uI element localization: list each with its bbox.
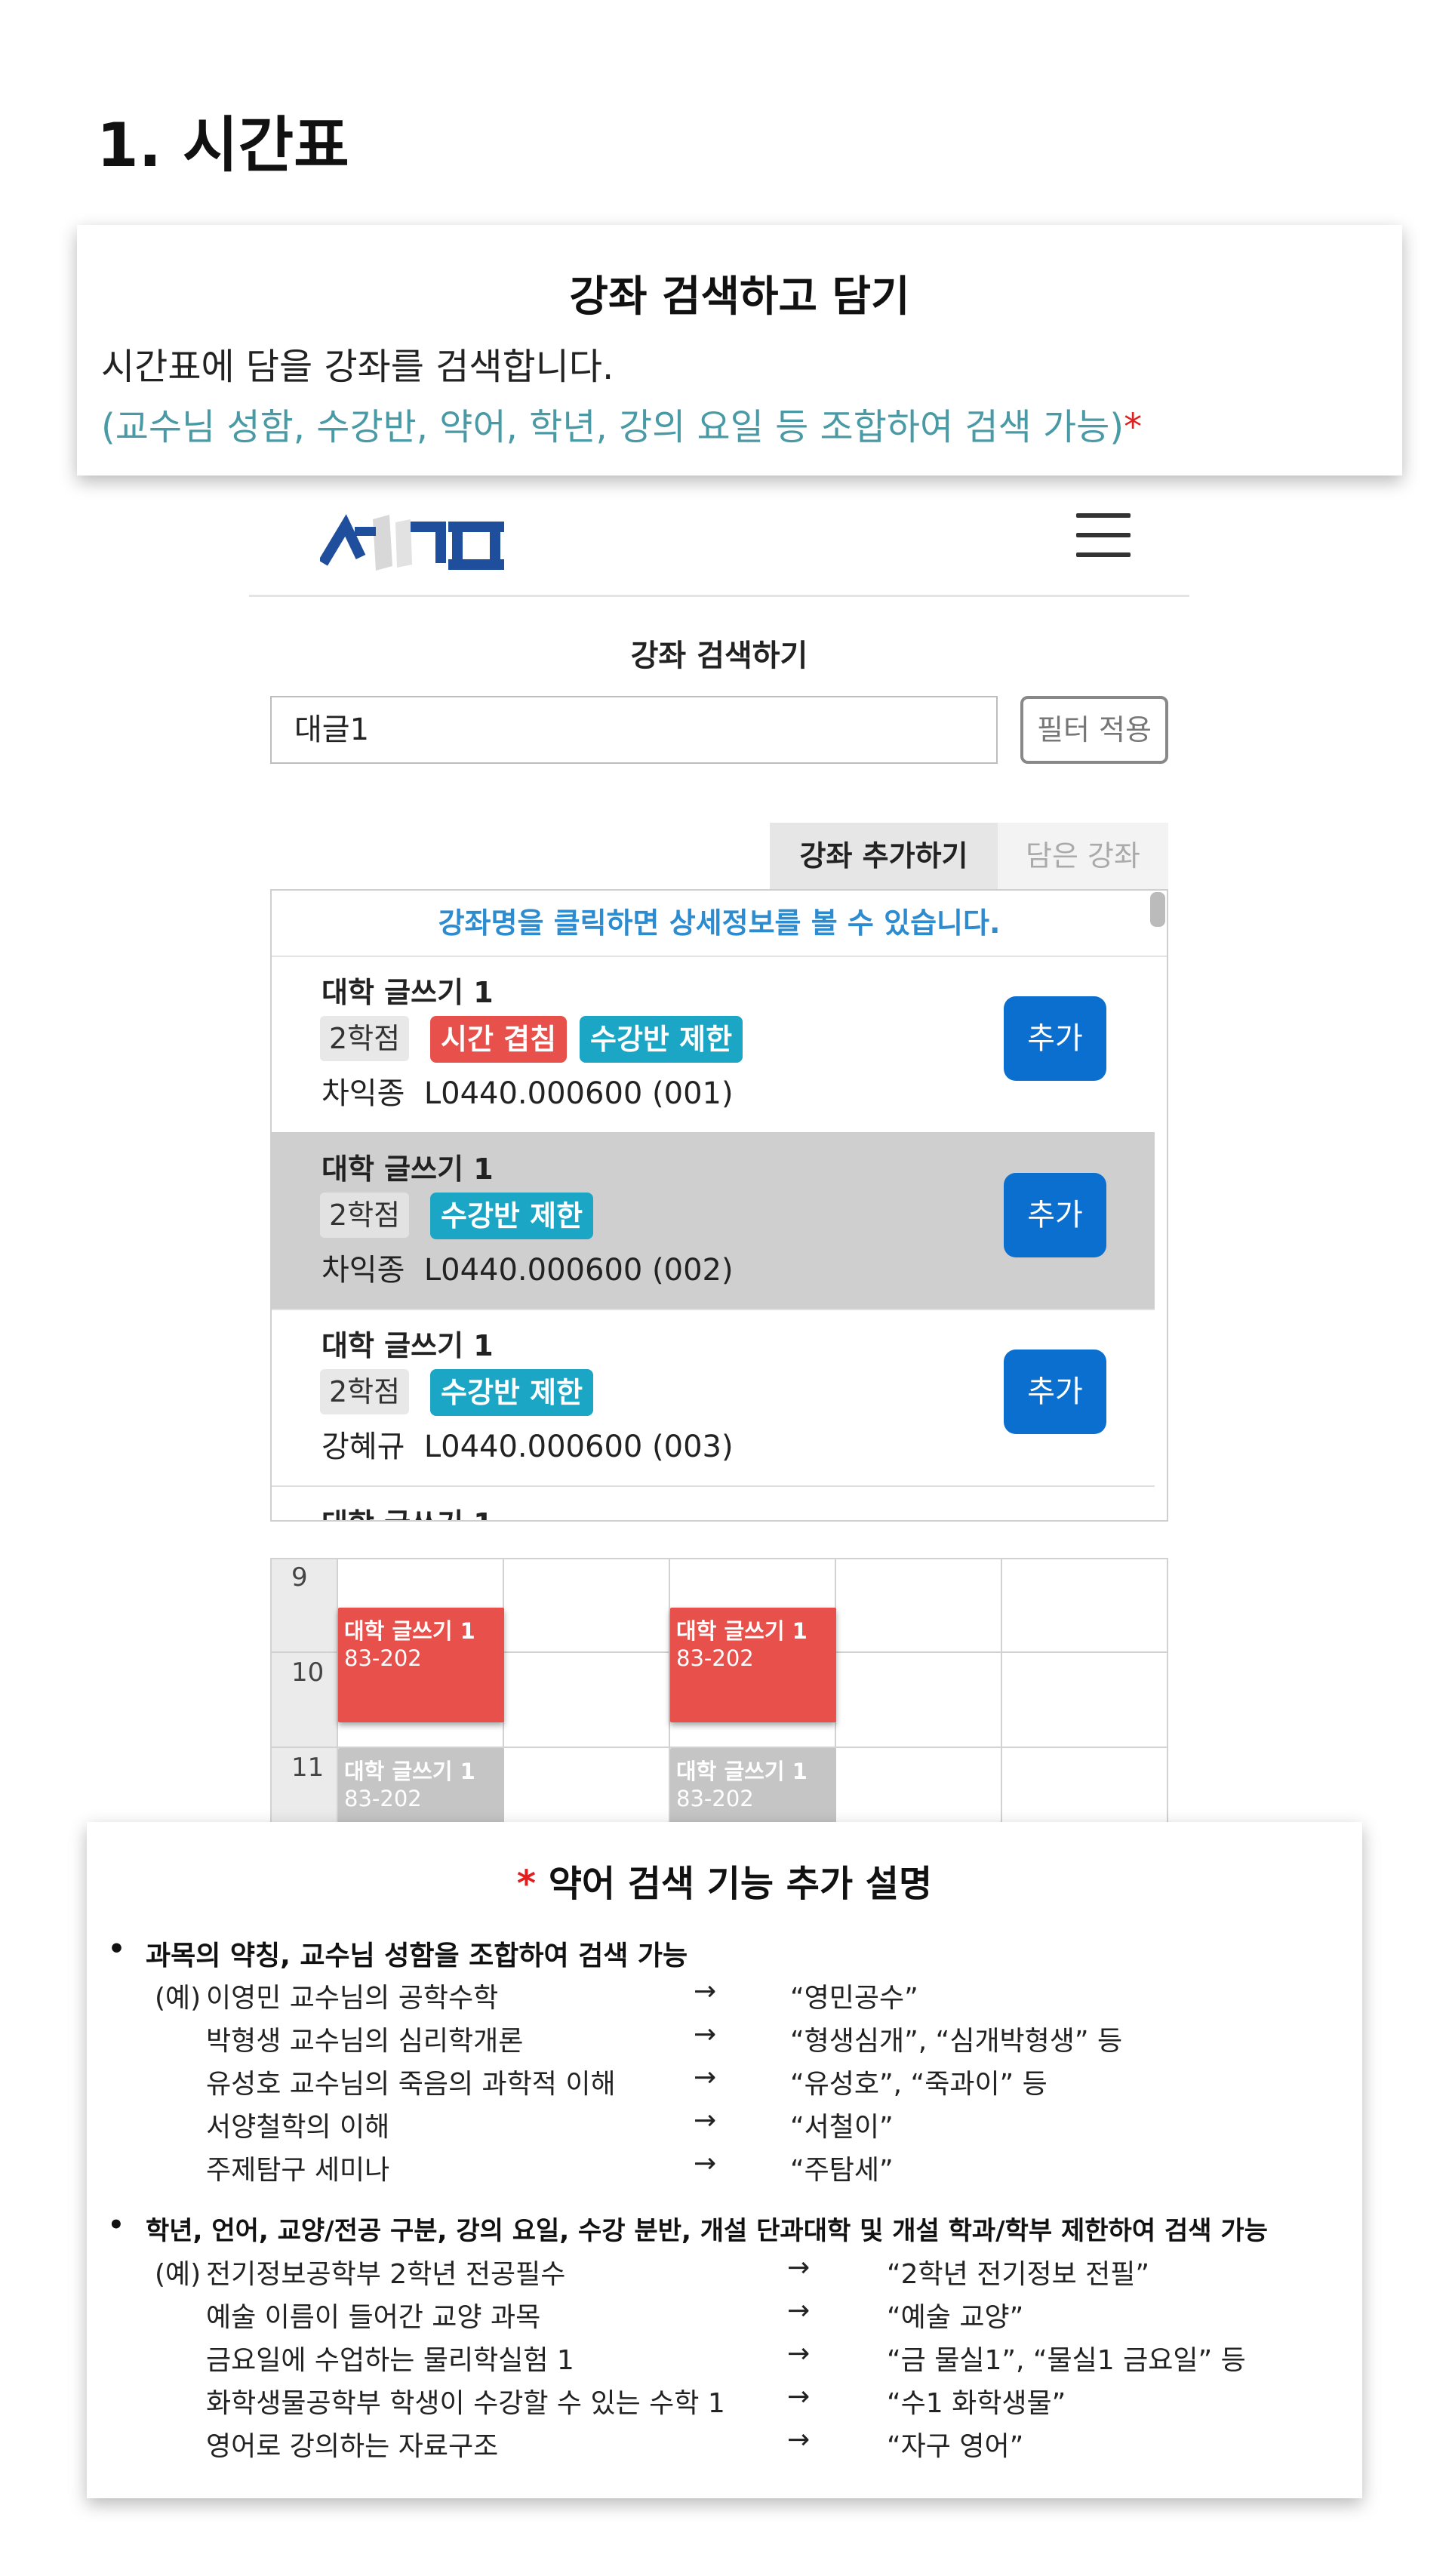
abbreviation-card-title: * 약어 검색 기능 추가 설명 (87, 1854, 1362, 1907)
arrow-icon: → (694, 2105, 717, 2136)
professor-name: 차익종 (321, 1076, 405, 1111)
abbreviation-card: * 약어 검색 기능 추가 설명 • 과목의 약칭, 교수님 성함을 조합하여 검… (87, 1822, 1362, 2498)
timetable-block[interactable]: 대학 글쓰기 1 83-202 (670, 1608, 836, 1722)
arrow-icon: → (787, 2295, 811, 2326)
bullet-dot: • (108, 1934, 126, 1965)
course-name[interactable]: 대학 글쓰기 1 (321, 969, 494, 1011)
header-divider (249, 595, 1189, 597)
arrow-icon: → (787, 2381, 811, 2412)
example-text: 화학생물공학부 학생이 수강할 수 있는 수학 1 (206, 2388, 725, 2419)
search-input[interactable]: 대글1 (270, 696, 998, 764)
section-heading: • 과목의 약칭, 교수님 성함을 조합하여 검색 가능 (108, 1934, 688, 1973)
class-restriction-badge: 수강반 제한 (430, 1369, 594, 1416)
search-label: 강좌 검색하기 (630, 639, 808, 673)
time-conflict-badge: 시간 겹침 (430, 1016, 568, 1063)
bullet-dot: • (108, 2210, 125, 2240)
example-text: 영어로 강의하는 자료구조 (206, 2431, 499, 2462)
timetable-block[interactable]: 대학 글쓰기 1 83-202 (338, 1608, 504, 1722)
add-course-button[interactable]: 추가 (1004, 996, 1106, 1081)
arrow-icon: → (787, 2424, 811, 2455)
arrow-icon: → (787, 2338, 811, 2369)
credits-badge: 2학점 (320, 1016, 410, 1061)
course-professor-code: 차익종 L0440.000600 (002) (321, 1245, 734, 1289)
course-row[interactable]: 대학 글쓰기 1 2학점 수강반 제한 차익종 L0440.000600 (00… (272, 1132, 1155, 1310)
example-text: 예술 이름이 들어간 교양 과목 (206, 2302, 541, 2333)
example-result: “영민공수” (790, 1983, 918, 2014)
required-star: * (1124, 406, 1143, 448)
section-heading: • 학년, 언어, 교양/전공 구분, 강의 요일, 수강 분반, 개설 단과대학… (108, 2210, 1268, 2247)
course-list[interactable]: 강좌명을 클릭하면 상세정보를 볼 수 있습니다. 대학 글쓰기 1 2학점 시… (270, 889, 1168, 1522)
app-logo[interactable] (318, 513, 509, 575)
course-professor-code: 차익종 L0440.000600 (001) (321, 1069, 734, 1113)
intro-card: 강좌 검색하고 담기 시간표에 담을 강좌를 검색합니다. (교수님 성함, 수… (77, 225, 1402, 475)
arrow-icon: → (694, 2148, 717, 2179)
course-code: L0440.000600 (002) (423, 1253, 734, 1288)
course-row[interactable]: 대학 글쓰기 1 2학점 수강반 제한 강혜규 L0440.000600 (00… (272, 1309, 1155, 1487)
example-result: “형생심개”, “심개박형생” 등 (790, 2026, 1123, 2057)
example-text: 이영민 교수님의 공학수학 (206, 1983, 499, 2014)
block-course-name: 대학 글쓰기 1 (344, 1618, 475, 1644)
section-heading-text: 학년, 언어, 교양/전공 구분, 강의 요일, 수강 분반, 개설 단과대학 … (146, 2216, 1268, 2246)
credits-badge: 2학점 (320, 1369, 410, 1414)
arrow-icon: → (787, 2252, 811, 2283)
example-result: “수1 화학생물” (887, 2388, 1066, 2419)
intro-card-description: 시간표에 담을 강좌를 검색합니다. (101, 346, 614, 388)
professor-name: 강혜규 (321, 1430, 405, 1464)
example-text: 박형생 교수님의 심리학개론 (206, 2026, 524, 2057)
example-result: “금 물실1”, “물실1 금요일” 등 (887, 2345, 1246, 2376)
section-title: 1. 시간표 (97, 110, 349, 180)
arrow-icon: → (694, 2019, 717, 2050)
intro-card-title: 강좌 검색하고 담기 (569, 272, 910, 322)
tab-add-course[interactable]: 강좌 추가하기 (770, 823, 998, 889)
block-room: 83-202 (676, 1786, 754, 1811)
example-result: “2학년 전기정보 전필” (887, 2259, 1150, 2290)
block-course-name: 대학 글쓰기 1 (344, 1759, 475, 1784)
arrow-icon: → (694, 2062, 717, 2093)
example-prefix: (예) (155, 2259, 202, 2290)
example-result: “예술 교양” (887, 2302, 1024, 2333)
add-course-button[interactable]: 추가 (1004, 1173, 1106, 1257)
course-code: L0440.000600 (003) (423, 1430, 734, 1464)
abbreviation-card-title-text: 약어 검색 기능 추가 설명 (548, 1863, 933, 1905)
intro-card-note: (교수님 성함, 수강반, 약어, 학년, 강의 요일 등 조합하여 검색 가능… (101, 397, 1142, 450)
intro-card-note-text: (교수님 성함, 수강반, 약어, 학년, 강의 요일 등 조합하여 검색 가능… (101, 406, 1124, 448)
course-code: L0440.000600 (001) (423, 1076, 734, 1111)
required-star: * (516, 1863, 536, 1905)
block-room: 83-202 (676, 1645, 754, 1671)
example-text: 전기정보공학부 2학년 전공필수 (206, 2259, 566, 2290)
course-professor-code: 강혜규 L0440.000600 (003) (321, 1422, 734, 1466)
example-result: “유성호”, “죽과이” 등 (790, 2069, 1048, 2100)
section-heading-text: 과목의 약칭, 교수님 성함을 조합하여 검색 가능 (146, 1940, 688, 1971)
example-result: “자구 영어” (887, 2431, 1024, 2462)
course-name-partial[interactable]: 대학 글쓰기 1 (321, 1500, 494, 1520)
filter-apply-button[interactable]: 필터 적용 (1020, 696, 1168, 764)
example-result: “서철이” (790, 2112, 894, 2143)
block-course-name: 대학 글쓰기 1 (676, 1618, 808, 1644)
credits-badge: 2학점 (320, 1193, 410, 1238)
menu-icon[interactable] (1076, 513, 1131, 557)
course-name[interactable]: 대학 글쓰기 1 (321, 1146, 494, 1187)
example-result: “주탐세” (790, 2155, 894, 2186)
example-text: 유성호 교수님의 죽음의 과학적 이해 (206, 2069, 616, 2100)
example-text: 서양철학의 이해 (206, 2112, 390, 2143)
block-course-name: 대학 글쓰기 1 (676, 1759, 808, 1784)
class-restriction-badge: 수강반 제한 (580, 1016, 743, 1063)
timetable-grid: 9 10 11 대학 글쓰기 1 83-202 대학 글쓰기 1 83-202 … (270, 1558, 1168, 1860)
block-room: 83-202 (344, 1645, 422, 1671)
add-course-button[interactable]: 추가 (1004, 1350, 1106, 1434)
list-hint: 강좌명을 클릭하면 상세정보를 볼 수 있습니다. (272, 891, 1167, 957)
example-text: 금요일에 수업하는 물리학실험 1 (206, 2345, 574, 2376)
tab-saved-courses[interactable]: 담은 강좌 (998, 823, 1168, 889)
course-row[interactable]: 대학 글쓰기 1 2학점 시간 겹침 수강반 제한 차익종 L0440.0006… (272, 956, 1155, 1134)
class-restriction-badge: 수강반 제한 (430, 1193, 594, 1239)
block-room: 83-202 (344, 1786, 422, 1811)
arrow-icon: → (694, 1976, 717, 2007)
example-text: 주제탐구 세미나 (206, 2155, 390, 2186)
professor-name: 차익종 (321, 1253, 405, 1288)
course-name[interactable]: 대학 글쓰기 1 (321, 1322, 494, 1364)
example-prefix: (예) (155, 1983, 202, 2014)
